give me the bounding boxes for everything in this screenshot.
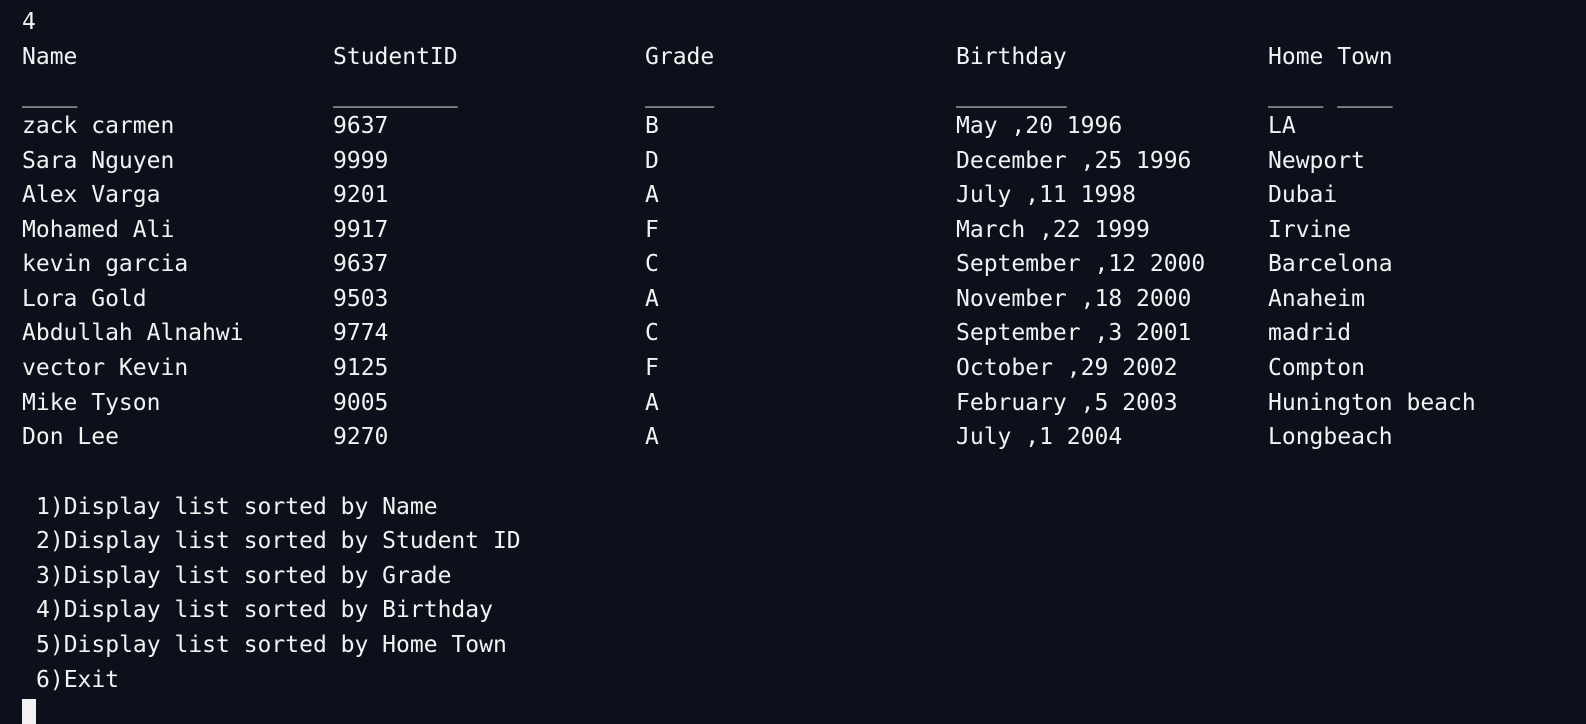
cell-name: Don Lee: [22, 424, 119, 450]
input-echo: 4: [22, 9, 36, 35]
cell-home-town: Irvine: [1268, 217, 1352, 243]
cell-student-id: 9637: [333, 251, 389, 277]
menu-option-sort-birthday: 4)Display list sorted by Birthday: [36, 597, 493, 623]
menu-option-sort-grade: 3)Display list sorted by Grade: [36, 563, 452, 589]
cell-grade: B: [645, 113, 659, 139]
cell-name: zack carmen: [22, 113, 175, 139]
cell-grade: A: [645, 182, 659, 208]
cell-home-town: Hunington beach: [1268, 390, 1476, 416]
header-student-id: StudentID: [333, 44, 458, 70]
cell-name: Abdullah Alnahwi: [22, 320, 244, 346]
cell-birthday: October ,29 2002: [956, 355, 1178, 381]
cell-student-id: 9005: [333, 390, 389, 416]
cell-birthday: March ,22 1999: [956, 217, 1150, 243]
cell-home-town: LA: [1268, 113, 1296, 139]
header-name: Name: [22, 44, 78, 70]
cell-student-id: 9637: [333, 113, 389, 139]
cell-name: Alex Varga: [22, 182, 161, 208]
cell-student-id: 9774: [333, 320, 389, 346]
table-row: kevin garcia 9637 C September ,12 2000 B…: [22, 247, 1562, 282]
table-row: vector Kevin 9125 F October ,29 2002 Com…: [22, 351, 1562, 386]
cell-home-town: Barcelona: [1268, 251, 1393, 277]
table-row: zack carmen 9637 B May ,20 1996 LA: [22, 109, 1562, 144]
menu-option-sort-home-town: 5)Display list sorted by Home Town: [36, 632, 507, 658]
cell-grade: A: [645, 390, 659, 416]
table-row: Abdullah Alnahwi 9774 C September ,3 200…: [22, 316, 1562, 351]
terminal-cursor[interactable]: [22, 699, 36, 724]
menu-option-exit: 6)Exit: [36, 667, 120, 693]
cell-student-id: 9201: [333, 182, 389, 208]
cell-birthday: May ,20 1996: [956, 113, 1123, 139]
cell-name: Mike Tyson: [22, 390, 161, 416]
table-row: Lora Gold 9503 A November ,18 2000 Anahe…: [22, 282, 1562, 317]
menu-option-sort-student-id: 2)Display list sorted by Student ID: [36, 528, 521, 554]
underline-home-town: ____ ____: [1268, 82, 1393, 108]
cell-home-town: Dubai: [1268, 182, 1338, 208]
cell-birthday: November ,18 2000: [956, 286, 1192, 312]
table-row: Mohamed Ali 9917 F March ,22 1999 Irvine: [22, 213, 1562, 248]
terminal-window[interactable]: 4 Name StudentID Grade Birthday Home Tow…: [0, 0, 1586, 724]
cell-home-town: Newport: [1268, 148, 1365, 174]
cell-birthday: September ,12 2000: [956, 251, 1206, 277]
cell-home-town: Compton: [1268, 355, 1365, 381]
table-underline-row: ____ _________ _____ ________ ____ ____: [22, 78, 1562, 113]
cell-birthday: December ,25 1996: [956, 148, 1192, 174]
cell-grade: A: [645, 286, 659, 312]
menu-option-sort-name: 1)Display list sorted by Name: [36, 494, 438, 520]
underline-student-id: _________: [333, 82, 458, 108]
cell-grade: C: [645, 320, 659, 346]
cell-name: Mohamed Ali: [22, 217, 175, 243]
cell-grade: F: [645, 217, 659, 243]
table-row: Sara Nguyen 9999 D December ,25 1996 New…: [22, 144, 1562, 179]
cell-grade: D: [645, 148, 659, 174]
cell-birthday: July ,1 2004: [956, 424, 1123, 450]
header-grade: Grade: [645, 44, 715, 70]
cell-student-id: 9125: [333, 355, 389, 381]
cell-home-town: madrid: [1268, 320, 1352, 346]
cell-birthday: September ,3 2001: [956, 320, 1192, 346]
table-header-row: Name StudentID Grade Birthday Home Town: [22, 40, 1562, 75]
table-row: Don Lee 9270 A July ,1 2004 Longbeach: [22, 420, 1562, 455]
underline-name: ____: [22, 82, 78, 108]
cell-student-id: 9503: [333, 286, 389, 312]
cell-student-id: 9999: [333, 148, 389, 174]
table-row: Alex Varga 9201 A July ,11 1998 Dubai: [22, 178, 1562, 213]
cell-student-id: 9270: [333, 424, 389, 450]
underline-birthday: ________: [956, 82, 1067, 108]
cell-grade: A: [645, 424, 659, 450]
cell-name: vector Kevin: [22, 355, 189, 381]
cell-name: Lora Gold: [22, 286, 147, 312]
cell-grade: C: [645, 251, 659, 277]
underline-grade: _____: [645, 82, 715, 108]
header-home-town: Home Town: [1268, 44, 1393, 70]
cell-name: kevin garcia: [22, 251, 189, 277]
cell-birthday: July ,11 1998: [956, 182, 1137, 208]
table-row: Mike Tyson 9005 A February ,5 2003 Hunin…: [22, 386, 1562, 421]
header-birthday: Birthday: [956, 44, 1067, 70]
cell-grade: F: [645, 355, 659, 381]
cell-birthday: February ,5 2003: [956, 390, 1178, 416]
cell-home-town: Longbeach: [1268, 424, 1393, 450]
cell-home-town: Anaheim: [1268, 286, 1365, 312]
cell-name: Sara Nguyen: [22, 148, 175, 174]
cell-student-id: 9917: [333, 217, 389, 243]
